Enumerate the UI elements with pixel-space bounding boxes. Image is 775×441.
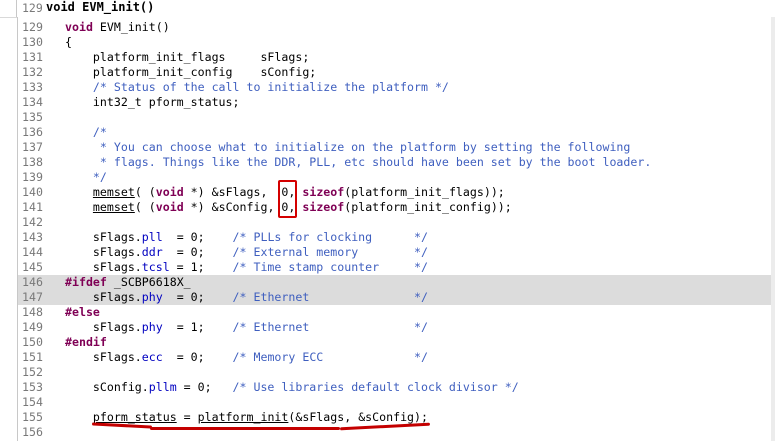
- code-text: platform_init_config sConfig;: [65, 65, 317, 79]
- code-text: sFlags.phy = 1; /* Ethernet */: [65, 320, 428, 334]
- code-text: /*: [92, 125, 107, 139]
- code-text: #ifdef _SCBP6618X_: [65, 275, 191, 289]
- code-text: /* Status of the call to initialize the …: [92, 80, 449, 94]
- code-line[interactable]: 149 sFlags.phy = 1; /* Ethernet */: [18, 320, 775, 335]
- line-number: 131: [22, 50, 43, 64]
- code-line[interactable]: 148 #else: [18, 305, 775, 320]
- code-text: platform_init_flags sFlags;: [65, 50, 310, 64]
- code-text: sFlags.tcsl = 1; /* Time stamp counter *…: [65, 260, 428, 274]
- code-line[interactable]: 140 memset( (void *) &sFlags, 0, sizeof(…: [18, 185, 775, 200]
- line-number: 132: [22, 65, 43, 79]
- line-number: 139: [22, 170, 43, 184]
- line-number: 137: [22, 140, 43, 154]
- code-text: pform_status = platform_init(&sFlags, &s…: [92, 410, 428, 424]
- code-text: sFlags.ecc = 0; /* Memory ECC */: [65, 350, 428, 364]
- code-text: sFlags.phy = 0; /* Ethernet */: [65, 290, 428, 304]
- annotation-underline-mid: [150, 427, 340, 430]
- code-line[interactable]: 135: [18, 110, 775, 125]
- line-number: 144: [22, 245, 43, 259]
- code-line[interactable]: 147 sFlags.phy = 0; /* Ethernet */: [18, 290, 775, 305]
- code-line[interactable]: 151 sFlags.ecc = 0; /* Memory ECC */: [18, 350, 775, 365]
- line-number: 149: [22, 320, 43, 334]
- line-number: 154: [22, 395, 43, 409]
- line-number: 133: [22, 80, 43, 94]
- line-number: 147: [22, 290, 43, 304]
- line-number: 151: [22, 350, 43, 364]
- line-number: 142: [22, 215, 43, 229]
- annotation-box-zero-args: [278, 180, 297, 218]
- code-line[interactable]: 131 platform_init_flags sFlags;: [18, 50, 775, 65]
- header-function-signature: void EVM_init(): [46, 0, 155, 14]
- header-line-number: 129: [22, 1, 43, 15]
- code-text: */: [65, 170, 107, 184]
- line-number: 146: [22, 275, 43, 289]
- editor-breadcrumb-bar: 129 void EVM_init(): [0, 0, 775, 18]
- code-line[interactable]: 129 void EVM_init(): [18, 20, 775, 35]
- line-number: 156: [22, 425, 43, 439]
- line-number: 135: [22, 110, 43, 124]
- code-line[interactable]: 146 #ifdef _SCBP6618X_: [18, 275, 775, 290]
- code-text: sConfig.pllm = 0; /* Use libraries defau…: [65, 380, 519, 394]
- code-line[interactable]: 152: [18, 365, 775, 380]
- code-line[interactable]: 145 sFlags.tcsl = 1; /* Time stamp count…: [18, 260, 775, 275]
- line-number: 145: [22, 260, 43, 274]
- code-line[interactable]: 144 sFlags.ddr = 0; /* External memory *…: [18, 245, 775, 260]
- code-line[interactable]: 153 sConfig.pllm = 0; /* Use libraries d…: [18, 380, 775, 395]
- code-line[interactable]: 139 */: [18, 170, 775, 185]
- line-number: 148: [22, 305, 43, 319]
- line-number: 152: [22, 365, 43, 379]
- code-line[interactable]: 134 int32_t pform_status;: [18, 95, 775, 110]
- code-text: {: [65, 35, 72, 49]
- line-number: 153: [22, 380, 43, 394]
- code-line[interactable]: 136 /*: [18, 125, 775, 140]
- code-text: void EVM_init(): [65, 20, 170, 34]
- line-number: 134: [22, 95, 43, 109]
- code-line[interactable]: 141 memset( (void *) &sConfig, 0, sizeof…: [18, 200, 775, 215]
- code-text: * flags. Things like the DDR, PLL, etc s…: [65, 155, 652, 169]
- line-number: 150: [22, 335, 43, 349]
- code-line[interactable]: 130 {: [18, 35, 775, 50]
- line-number: 138: [22, 155, 43, 169]
- code-text: int32_t pform_status;: [65, 95, 240, 109]
- code-line[interactable]: 137 * You can choose what to initialize …: [18, 140, 775, 155]
- line-number: 141: [22, 200, 43, 214]
- code-text: * You can choose what to initialize on t…: [65, 140, 631, 154]
- code-line[interactable]: 138 * flags. Things like the DDR, PLL, e…: [18, 155, 775, 170]
- code-editor[interactable]: 129 void EVM_init() 130 {131 platform_init_…: [17, 17, 775, 441]
- code-line[interactable]: 150 #endif: [18, 335, 775, 350]
- code-line[interactable]: 132 platform_init_config sConfig;: [18, 65, 775, 80]
- line-number: 129: [22, 20, 43, 34]
- gutter-edge: [16, 0, 17, 17]
- code-line[interactable]: 133 /* Status of the call to initialize …: [18, 80, 775, 95]
- code-text: #else: [65, 305, 100, 319]
- line-number: 143: [22, 230, 43, 244]
- line-number: 136: [22, 125, 43, 139]
- code-line[interactable]: 142: [18, 215, 775, 230]
- line-number: 155: [22, 410, 43, 424]
- code-line[interactable]: 154: [18, 395, 775, 410]
- vertical-scrollbar[interactable]: [771, 17, 775, 441]
- line-number: 140: [22, 185, 43, 199]
- code-line[interactable]: 143 sFlags.pll = 0; /* PLLs for clocking…: [18, 230, 775, 245]
- code-line[interactable]: 155 pform_status = platform_init(&sFlags…: [18, 410, 775, 425]
- line-number: 130: [22, 35, 43, 49]
- code-text: sFlags.pll = 0; /* PLLs for clocking */: [65, 230, 428, 244]
- code-text: #endif: [65, 335, 107, 349]
- code-text: sFlags.ddr = 0; /* External memory */: [65, 245, 428, 259]
